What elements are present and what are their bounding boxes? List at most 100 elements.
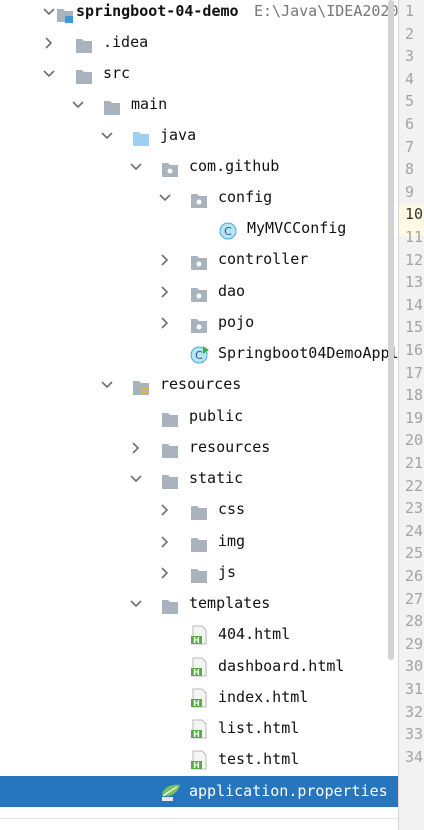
scrollbar-thumb[interactable]: [388, 0, 394, 660]
resources-folder-icon: [132, 376, 150, 395]
tree-row-project[interactable]: springboot-04-demo E:\Java\IDEA2020: [0, 0, 398, 27]
tree-label: static: [189, 469, 244, 487]
tree-row-dao[interactable]: dao: [0, 276, 398, 307]
tree-label: .idea: [103, 33, 149, 51]
tree-row-html-file[interactable]: H test.html: [0, 744, 398, 775]
package-icon: [161, 158, 179, 177]
tree-label: css: [218, 500, 246, 518]
tree-label: dao: [218, 282, 246, 300]
module-folder-icon: [56, 3, 74, 23]
project-path: E:\Java\IDEA2020: [254, 2, 398, 20]
tree-label: index.html: [218, 688, 309, 706]
tree-row-package[interactable]: com.github: [0, 151, 398, 182]
tree-row-src[interactable]: src: [0, 58, 398, 89]
tree-row-application-properties[interactable]: application.properties: [0, 776, 398, 807]
tree-row-html-file[interactable]: H list.html: [0, 713, 398, 744]
tree-row-img[interactable]: img: [0, 526, 398, 557]
tree-row-css[interactable]: css: [0, 494, 398, 525]
spring-properties-icon: [160, 782, 180, 801]
html-file-icon: H: [190, 719, 208, 739]
chevron-down-icon[interactable]: [69, 89, 87, 120]
tree-row-mymvcconfig[interactable]: C MyMVCConfig: [0, 213, 398, 244]
html-file-icon: H: [190, 625, 208, 645]
tree-label: java: [160, 126, 197, 144]
tree-row-resources-root[interactable]: resources: [0, 369, 398, 400]
svg-text:H: H: [193, 668, 200, 677]
tree-row-java[interactable]: java: [0, 120, 398, 151]
svg-text:C: C: [195, 349, 203, 362]
tree-row-html-file[interactable]: H 404.html: [0, 619, 398, 650]
folder-icon: [161, 439, 179, 458]
tree-row-html-file[interactable]: H index.html: [0, 682, 398, 713]
tree-row-app-class[interactable]: C Springboot04DemoAppl: [0, 338, 398, 369]
tree-row-resources-folder[interactable]: resources: [0, 432, 398, 463]
chevron-down-icon[interactable]: [156, 182, 174, 213]
spring-boot-class-icon: C: [190, 345, 209, 364]
chevron-down-icon[interactable]: [127, 588, 145, 619]
html-file-icon: H: [190, 750, 208, 770]
folder-icon: [75, 65, 93, 84]
tree-label: public: [189, 407, 244, 425]
tree-label: 404.html: [218, 625, 291, 643]
source-folder-icon: [132, 127, 150, 146]
package-icon: [190, 251, 208, 270]
chevron-down-icon[interactable]: [127, 463, 145, 494]
chevron-right-icon[interactable]: [156, 494, 174, 525]
tree-label: application.properties: [189, 782, 388, 800]
chevron-right-icon[interactable]: [156, 307, 174, 338]
chevron-down-icon[interactable]: [98, 120, 116, 151]
tree-label: js: [218, 563, 237, 581]
folder-icon: [161, 408, 179, 427]
tree-row-static[interactable]: static: [0, 463, 398, 494]
tree-row-pojo[interactable]: pojo: [0, 307, 398, 338]
tree-label: Springboot04DemoAppl: [218, 344, 398, 362]
folder-icon: [190, 501, 208, 520]
project-tree-panel: springboot-04-demo E:\Java\IDEA2020 .ide…: [0, 0, 398, 830]
tree-label: img: [218, 532, 246, 550]
html-file-icon: H: [190, 688, 208, 708]
line-number: 34: [405, 747, 424, 766]
tree-row-main[interactable]: main: [0, 89, 398, 120]
tree-row-templates[interactable]: templates: [0, 588, 398, 619]
tree-row-idea[interactable]: .idea: [0, 27, 398, 58]
tree-scrollbar[interactable]: [385, 0, 397, 660]
chevron-right-icon[interactable]: [156, 526, 174, 557]
tree-row-html-file[interactable]: H dashboard.html: [0, 651, 398, 682]
folder-icon: [75, 34, 93, 53]
package-icon: [190, 283, 208, 302]
project-name: springboot-04-demo: [76, 2, 239, 20]
chevron-down-icon[interactable]: [40, 58, 58, 89]
chevron-right-icon[interactable]: [127, 432, 145, 463]
tree-label: resources: [160, 375, 242, 393]
tree-label: resources: [189, 438, 271, 456]
chevron-down-icon[interactable]: [98, 369, 116, 400]
chevron-right-icon[interactable]: [40, 27, 58, 58]
tree-label: src: [103, 64, 131, 82]
chevron-right-icon[interactable]: [156, 557, 174, 588]
chevron-down-icon[interactable]: [127, 151, 145, 182]
tree-label: controller: [218, 250, 309, 268]
tree-label: templates: [189, 594, 271, 612]
package-icon: [190, 189, 208, 208]
chevron-right-icon[interactable]: [156, 244, 174, 275]
tree-label: config: [218, 188, 273, 206]
svg-text:H: H: [193, 636, 200, 645]
tree-row-config[interactable]: config: [0, 182, 398, 213]
tree-row-public[interactable]: public: [0, 401, 398, 432]
tree-label: main: [131, 95, 168, 113]
tree-label: dashboard.html: [218, 657, 345, 675]
folder-icon: [190, 564, 208, 583]
folder-icon: [161, 595, 179, 614]
folder-icon: [190, 533, 208, 552]
tree-row-js[interactable]: js: [0, 557, 398, 588]
tree-label: MyMVCConfig: [247, 219, 347, 237]
editor-gutter: 1 2 3 4 5 6 7 8 9 10 11 12 13 14 15 16 17 18 19 20 21 22 23 24 2…: [398, 0, 424, 830]
chevron-right-icon[interactable]: [156, 276, 174, 307]
svg-text:C: C: [224, 225, 232, 238]
tree-row-controller[interactable]: controller: [0, 244, 398, 275]
package-icon: [190, 314, 208, 333]
svg-text:H: H: [193, 699, 200, 708]
tree-label: list.html: [218, 719, 300, 737]
tree-label: test.html: [218, 750, 300, 768]
tree-label: com.github: [189, 157, 280, 175]
